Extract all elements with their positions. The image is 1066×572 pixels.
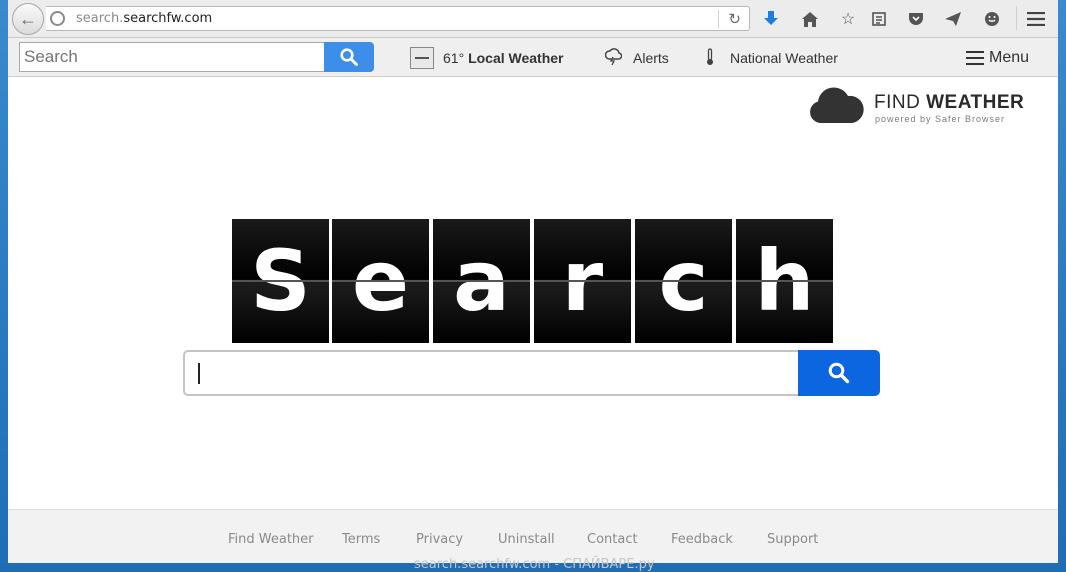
reading-list-icon[interactable] xyxy=(868,8,890,30)
menu-button[interactable]: Menu xyxy=(989,49,1029,67)
logo-tile: r xyxy=(534,219,631,343)
logo-tile: S xyxy=(232,219,329,343)
menu-icon[interactable] xyxy=(966,51,984,65)
reload-separator xyxy=(718,10,719,28)
search-icon xyxy=(340,48,358,66)
back-icon: ← xyxy=(19,8,37,29)
back-button[interactable]: ← xyxy=(12,3,44,35)
national-weather-link[interactable]: National Weather xyxy=(730,50,838,66)
browser-window: ← search.searchfw.com ↻ ☆ Search 61° Loc… xyxy=(0,0,1066,572)
logo-tile: e xyxy=(332,219,429,343)
logo-tile: h xyxy=(736,219,833,343)
brand-logo[interactable]: FIND WEATHER powered by Safer Browser xyxy=(808,87,1028,127)
footer-link-feedback[interactable]: Feedback xyxy=(671,532,733,547)
weather-toolbar: 61° Local Weather Alerts National Weathe… xyxy=(8,38,1058,77)
main-search-input[interactable] xyxy=(183,350,799,396)
reload-icon[interactable]: ↻ xyxy=(728,10,741,28)
footer-link-find-weather[interactable]: Find Weather xyxy=(228,532,314,547)
footer: Find Weather Terms Privacy Uninstall Con… xyxy=(8,509,1058,572)
send-icon[interactable] xyxy=(942,8,964,30)
toolbar-search-input[interactable] xyxy=(19,42,325,72)
footer-link-terms[interactable]: Terms xyxy=(342,532,380,547)
globe-icon xyxy=(50,11,65,26)
pocket-icon[interactable] xyxy=(905,8,927,30)
alert-icon xyxy=(604,48,623,70)
local-weather-link[interactable]: 61° Local Weather xyxy=(443,50,564,66)
address-bar[interactable]: search.searchfw.com ↻ xyxy=(46,6,750,31)
alerts-link[interactable]: Alerts xyxy=(633,50,669,66)
navigation-bar: ← search.searchfw.com ↻ ☆ xyxy=(8,0,1058,38)
search-icon xyxy=(828,362,850,384)
thermometer-icon xyxy=(705,48,715,71)
home-icon[interactable] xyxy=(799,8,821,30)
bookmark-star-icon[interactable]: ☆ xyxy=(837,8,859,30)
main-search-button[interactable] xyxy=(798,350,880,396)
weather-condition-icon[interactable] xyxy=(410,47,434,69)
toolbar-search-button[interactable] xyxy=(324,42,374,72)
brand-name: FIND WEATHER xyxy=(874,92,1025,113)
watermark: search.searchfw.com - СПАЙВАРЕ.ру xyxy=(414,557,655,572)
chat-icon[interactable] xyxy=(981,8,1003,30)
text-cursor xyxy=(198,363,200,384)
toolbar-separator xyxy=(1016,6,1017,30)
footer-link-uninstall[interactable]: Uninstall xyxy=(498,532,555,547)
brand-tagline: powered by Safer Browser xyxy=(875,114,1006,124)
download-icon[interactable] xyxy=(760,8,782,30)
footer-link-privacy[interactable]: Privacy xyxy=(416,532,463,547)
footer-link-support[interactable]: Support xyxy=(767,532,818,547)
logo-tile: c xyxy=(635,219,732,343)
footer-link-contact[interactable]: Contact xyxy=(587,532,638,547)
page-content: FIND WEATHER powered by Safer Browser S … xyxy=(8,77,1058,509)
hamburger-icon[interactable] xyxy=(1025,8,1047,30)
logo-tile: a xyxy=(433,219,530,343)
cloud-icon xyxy=(810,87,864,123)
url-text: search.searchfw.com xyxy=(76,11,213,26)
